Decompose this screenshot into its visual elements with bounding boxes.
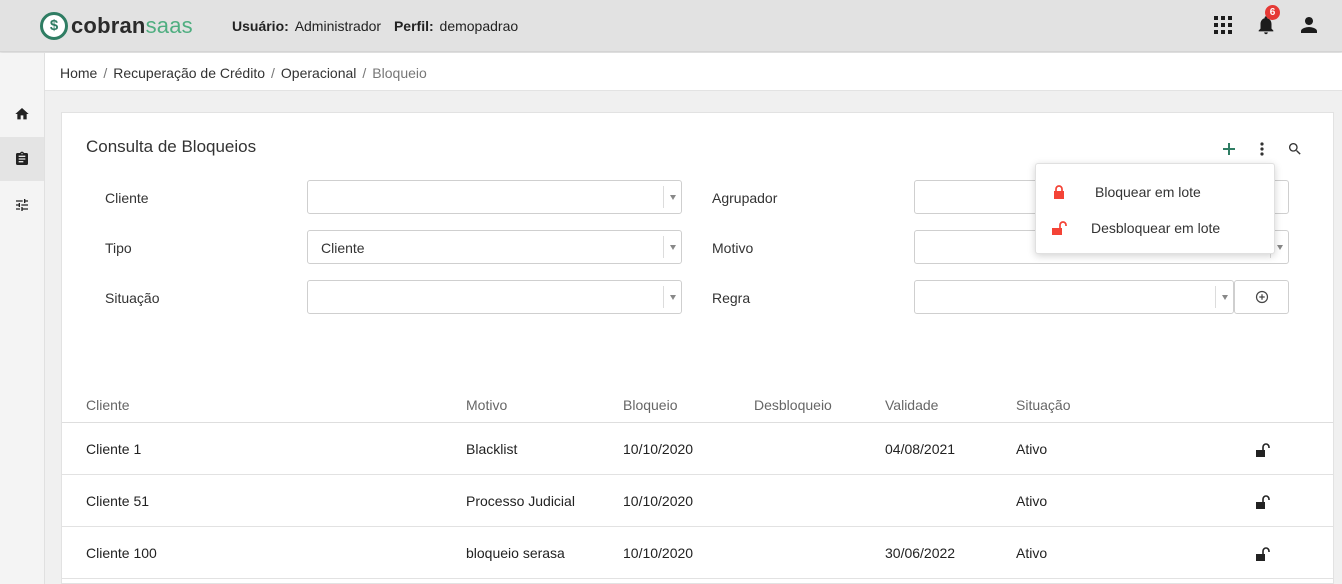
cell-bloqueio: 10/10/2020 (623, 441, 694, 457)
cell-cliente: Cliente 1 (86, 441, 142, 457)
profile-label: Perfil: (393, 18, 434, 34)
breadcrumb-home[interactable]: Home (60, 65, 97, 81)
breadcrumb-recuperacao[interactable]: Recuperação de Crédito (113, 65, 265, 81)
home-icon (15, 108, 29, 120)
logo[interactable]: $ cobransaas (40, 10, 193, 42)
search-icon (1289, 143, 1301, 155)
unlock-row-button[interactable] (1253, 544, 1273, 564)
lock-open-icon (1256, 495, 1270, 509)
tipo-label: Tipo (105, 240, 132, 256)
cliente-label: Cliente (105, 190, 149, 206)
account-button[interactable] (1294, 10, 1324, 40)
sidebar-item-settings[interactable] (0, 183, 44, 227)
unlock-row-button[interactable] (1253, 492, 1273, 512)
menu-item-bloquear-em-lote[interactable]: Bloquear em lote (1036, 174, 1274, 210)
regra-label: Regra (712, 290, 751, 306)
apps-grid-icon (1214, 16, 1232, 34)
cell-motivo: Blacklist (466, 441, 518, 457)
clipboard-icon (16, 151, 28, 165)
breadcrumb-operacional[interactable]: Operacional (281, 65, 357, 81)
cliente-select[interactable] (307, 180, 682, 214)
cell-motivo: Processo Judicial (466, 493, 575, 509)
breadcrumb: Home / Recuperação de Crédito / Operacional /… (60, 65, 427, 81)
cell-situacao: Ativo (1016, 493, 1048, 509)
cell-motivo: bloqueio serasa (466, 545, 565, 561)
cell-cliente: Cliente 100 (86, 545, 157, 561)
breadcrumb-separator: / (103, 65, 108, 81)
breadcrumb-current: Bloqueio (372, 65, 427, 81)
menu-item-desbloquear-em-lote[interactable]: Desbloquear em lote (1036, 210, 1274, 246)
notifications-button[interactable]: 6 (1251, 5, 1281, 40)
cell-validade: 04/08/2021 (885, 441, 956, 457)
breadcrumb-separator: / (271, 65, 275, 81)
column-header-bloqueio[interactable]: Bloqueio (623, 397, 678, 413)
more-options-menu: Bloquear em lote Desbloquear em lote (1035, 163, 1275, 254)
agrupador-label: Agrupador (712, 190, 778, 206)
situacao-label: Situação (105, 290, 160, 306)
column-header-desbloqueio[interactable]: Desbloqueio (754, 397, 832, 413)
table-row[interactable]: Cliente 51 Processo Judicial 10/10/2020 … (62, 475, 1333, 527)
add-circle-icon (1255, 290, 1268, 304)
page-title: Consulta de Bloqueios (86, 137, 257, 156)
cell-validade: 30/06/2022 (885, 545, 956, 561)
sidebar-item-home[interactable] (0, 92, 44, 136)
sidebar (0, 53, 45, 584)
more-options-button[interactable] (1250, 137, 1274, 161)
cell-bloqueio: 10/10/2020 (623, 493, 694, 509)
column-header-motivo[interactable]: Motivo (466, 397, 507, 413)
sidebar-item-operacional[interactable] (0, 137, 44, 181)
tipo-select-value: Cliente (321, 240, 365, 256)
add-icon (1223, 143, 1235, 155)
cell-situacao: Ativo (1016, 441, 1048, 457)
user-info: Usuário: Administrador Perfil: demopadra… (232, 18, 527, 34)
account-icon (1301, 17, 1317, 33)
lock-open-icon (1256, 547, 1270, 561)
breadcrumb-bar: Home / Recuperação de Crédito / Operacional /… (45, 53, 1342, 91)
notification-badge: 6 (1265, 5, 1280, 20)
more-vert-icon (1260, 142, 1264, 156)
logo-text: cobransaas (71, 13, 193, 38)
tipo-select[interactable]: Cliente (307, 230, 682, 264)
lock-open-icon (1052, 221, 1067, 235)
unlock-row-button[interactable] (1253, 440, 1273, 460)
profile-value: demopadrao (439, 18, 519, 34)
lock-open-icon (1256, 443, 1270, 457)
logo-mark-icon: $ (40, 12, 68, 40)
chevron-down-icon (1215, 286, 1233, 308)
column-header-validade[interactable]: Validade (885, 397, 938, 413)
chevron-down-icon (663, 186, 681, 208)
cell-cliente: Cliente 51 (86, 493, 150, 509)
table-row[interactable]: Cliente 100 bloqueio serasa 10/10/2020 3… (62, 527, 1333, 579)
add-button[interactable] (1217, 137, 1241, 161)
motivo-label: Motivo (712, 240, 754, 256)
user-label: Usuário: (232, 18, 289, 34)
chevron-down-icon (663, 236, 681, 258)
apps-grid-button[interactable] (1208, 10, 1238, 40)
search-button[interactable] (1283, 137, 1307, 161)
user-value: Administrador (294, 18, 382, 34)
cell-bloqueio: 10/10/2020 (623, 545, 694, 561)
column-header-situacao[interactable]: Situação (1016, 397, 1070, 413)
menu-item-label: Desbloquear em lote (1091, 220, 1221, 236)
chevron-down-icon (663, 286, 681, 308)
tune-icon (16, 199, 28, 211)
lock-icon (1054, 185, 1064, 199)
card-actions (1208, 137, 1307, 161)
top-bar: $ cobransaas Usuário: Administrador Perf… (0, 0, 1342, 52)
cell-situacao: Ativo (1016, 545, 1048, 561)
regra-add-button[interactable] (1234, 280, 1289, 314)
column-header-cliente[interactable]: Cliente (86, 397, 130, 413)
table-header: Cliente Motivo Bloqueio Desbloqueio Vali… (62, 385, 1333, 423)
table-row[interactable]: Cliente 1 Blacklist 10/10/2020 04/08/202… (62, 423, 1333, 475)
situacao-select[interactable] (307, 280, 682, 314)
regra-select[interactable] (914, 280, 1234, 314)
breadcrumb-separator: / (362, 65, 367, 81)
menu-item-label: Bloquear em lote (1095, 184, 1201, 200)
